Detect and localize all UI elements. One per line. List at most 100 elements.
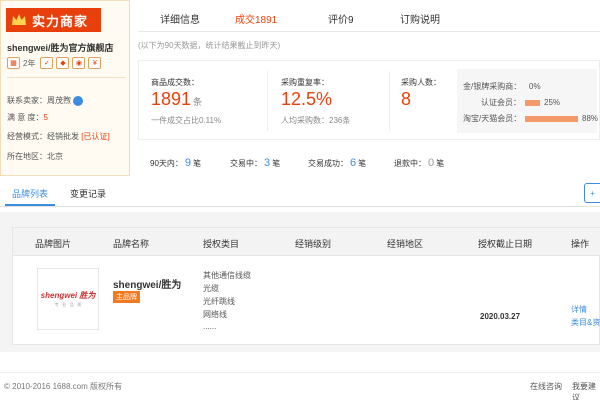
brand-tabs: 品牌列表 变更记录 +	[0, 181, 600, 207]
header-operation: 操作	[571, 239, 590, 249]
category-item: 网络线	[203, 310, 227, 319]
category-item: 光纤跳线	[203, 297, 235, 306]
detail-link[interactable]: 详情	[571, 304, 587, 315]
page-footer: © 2010-2016 1688.com 版权所有 在线咨询 我要建议	[0, 372, 600, 400]
orders-unit: 条	[193, 97, 203, 107]
mode-label: 经营模式：	[7, 132, 47, 141]
main-brand-tag: 主品牌	[113, 291, 140, 303]
divider	[389, 71, 390, 131]
add-brand-button[interactable]: +	[584, 183, 600, 203]
orders-label: 商品成交数：	[151, 78, 199, 87]
tab-reviews[interactable]: 评价9	[328, 11, 354, 26]
deal-label: 退款中：	[394, 159, 426, 168]
auth-deadline: 2020.03.27	[480, 312, 521, 321]
deal-unit: 笔	[272, 159, 281, 168]
category-item: 光缆	[203, 284, 219, 293]
satisfaction-value: 5	[43, 113, 48, 122]
deal-value: 0	[428, 157, 435, 169]
contact-label: 联系卖家：	[7, 96, 47, 105]
orders-sub: 一件成交占比0.11%	[151, 116, 222, 125]
deal-refund: 退款中： 0 笔	[394, 157, 444, 169]
tab-order-notes[interactable]: 订购说明	[400, 11, 440, 26]
shop-card: 实力商家 shengwei/胜为官方旗舰店 ▦ 2年 ✓ ◆ ◉ ¥ 联系卖家：…	[0, 0, 130, 176]
orders-value-wrap: 1891 条	[151, 89, 202, 110]
shop-icons-row: ▦ 2年 ✓ ◆ ◉ ¥	[7, 57, 102, 69]
suggestion-link[interactable]: 我要建议	[572, 381, 600, 400]
category-link[interactable]: 类目&资	[571, 317, 600, 328]
deals-summary: 90天内： 9 笔 交易中： 3 笔 交易成功： 6 笔 退款中： 0 笔	[138, 148, 600, 178]
header-dealer-region: 经销地区	[387, 239, 424, 249]
deal-unit: 笔	[436, 159, 445, 168]
buyer-label: 认证会员：	[481, 98, 521, 107]
shield-icon[interactable]: ◉	[72, 57, 86, 69]
certified-tag[interactable]: [已认证]	[81, 132, 109, 141]
brand-table-area: 品牌图片 品牌名称 授权类目 经销级别 经销地区 授权截止日期 操作 sheng…	[0, 212, 600, 352]
chat-icon[interactable]	[73, 95, 83, 106]
deal-label: 交易中：	[230, 159, 262, 168]
buyer-row-certified: 认证会员： 25%	[463, 97, 560, 108]
category-item: ......	[203, 322, 217, 331]
deal-unit: 笔	[193, 159, 202, 168]
data-note: (以下为90天数据，统计结果截止到昨天)	[138, 41, 281, 50]
buyer-label: 淘宝/天猫会员：	[463, 114, 522, 123]
active-tab-indicator	[5, 204, 55, 206]
buyer-value: 0%	[529, 82, 541, 91]
header-brand-name: 品牌名称	[113, 239, 150, 249]
strength-merchant-badge: 实力商家	[6, 8, 101, 32]
divider	[7, 77, 125, 78]
brand-logo-sub: 专 · 业 · 品 · 质	[54, 302, 82, 307]
tab-details[interactable]: 详细信息	[160, 11, 200, 26]
header-auth-category: 授权类目	[203, 239, 240, 249]
deal-value[interactable]: 3	[264, 157, 270, 169]
brand-name: shengwei/胜为	[113, 280, 182, 291]
deal-value[interactable]: 9	[185, 157, 191, 169]
satisfaction-label: 满 意 度：	[7, 113, 44, 122]
mode-line: 经营模式：经销批发 [已认证]	[7, 131, 110, 142]
certified-icon[interactable]: ✓	[40, 57, 54, 69]
table-header: 品牌图片 品牌名称 授权类目 经销级别 经销地区 授权截止日期 操作	[13, 228, 600, 256]
satisfaction-line: 满 意 度：5	[7, 112, 48, 123]
deal-value[interactable]: 6	[350, 157, 356, 169]
badge-label: 实力商家	[32, 13, 89, 29]
guarantee-icon[interactable]: ◆	[56, 57, 70, 69]
region-value: 北京	[47, 152, 63, 161]
tab-brand-list[interactable]: 品牌列表	[12, 187, 48, 200]
years-icon: ▦	[7, 57, 20, 69]
buyer-label: 金/银牌采购商：	[463, 82, 522, 91]
copyright: © 2010-2016 1688.com 版权所有	[4, 382, 122, 391]
deal-label: 90天内：	[150, 159, 183, 168]
stats-panel: 商品成交数： 1891 条 一件成交占比0.11% 采购重复率： 12.5% 人均…	[138, 60, 600, 140]
header-auth-deadline: 授权截止日期	[478, 239, 533, 249]
region-label: 所在地区：	[7, 152, 47, 161]
header-dealer-level: 经销级别	[295, 239, 332, 249]
buyer-row-gold: 金/银牌采购商： 0%	[463, 81, 541, 92]
buyer-bar	[525, 99, 540, 106]
buyer-breakdown: 金/银牌采购商： 0% 认证会员： 25% 淘宝/天猫会员： 88%	[457, 69, 599, 133]
category-item: 其他通信线缆	[203, 271, 251, 280]
brand-logo-text: shengwei 胜为	[40, 291, 96, 300]
shop-years: 2年	[23, 58, 36, 68]
buyers-value: 8	[401, 89, 412, 109]
deal-success: 交易成功： 6 笔	[308, 157, 366, 169]
mode-value: 经销批发	[47, 132, 79, 141]
repurchase-value: 12.5%	[281, 89, 333, 109]
crown-icon	[10, 12, 28, 28]
buyer-value: 88%	[582, 114, 599, 123]
brand-logo: shengwei 胜为 专 · 业 · 品 · 质	[37, 268, 99, 330]
repurchase-label: 采购重复率：	[281, 78, 329, 87]
shop-name[interactable]: shengwei/胜为官方旗舰店	[7, 41, 114, 54]
trade-icon[interactable]: ¥	[88, 57, 102, 69]
buyer-value: 25%	[544, 98, 561, 107]
header-brand-image: 品牌图片	[35, 239, 72, 249]
brand-table: 品牌图片 品牌名称 授权类目 经销级别 经销地区 授权截止日期 操作 sheng…	[12, 227, 600, 345]
tab-change-log[interactable]: 变更记录	[70, 187, 106, 200]
online-consult-link[interactable]: 在线咨询	[530, 381, 562, 392]
deal-unit: 笔	[358, 159, 367, 168]
contact-line: 联系卖家：周茂煦	[7, 95, 83, 106]
contact-name[interactable]: 周茂煦	[47, 96, 71, 105]
tab-transactions[interactable]: 成交1891	[235, 11, 277, 26]
region-line: 所在地区：北京	[7, 151, 63, 162]
deal-in-progress: 交易中： 3 笔	[230, 157, 280, 169]
detail-tabs: 详细信息 成交1891 评价9 订购说明	[138, 0, 600, 32]
orders-value: 1891	[151, 89, 192, 109]
